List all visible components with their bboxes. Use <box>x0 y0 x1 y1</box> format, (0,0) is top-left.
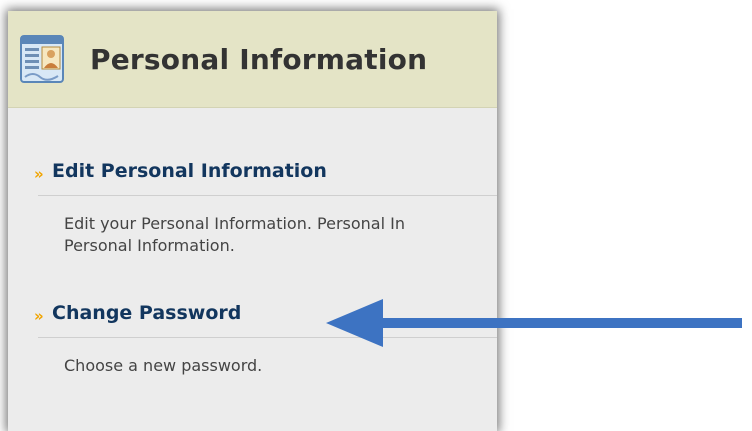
arrow-left-icon <box>326 299 742 347</box>
